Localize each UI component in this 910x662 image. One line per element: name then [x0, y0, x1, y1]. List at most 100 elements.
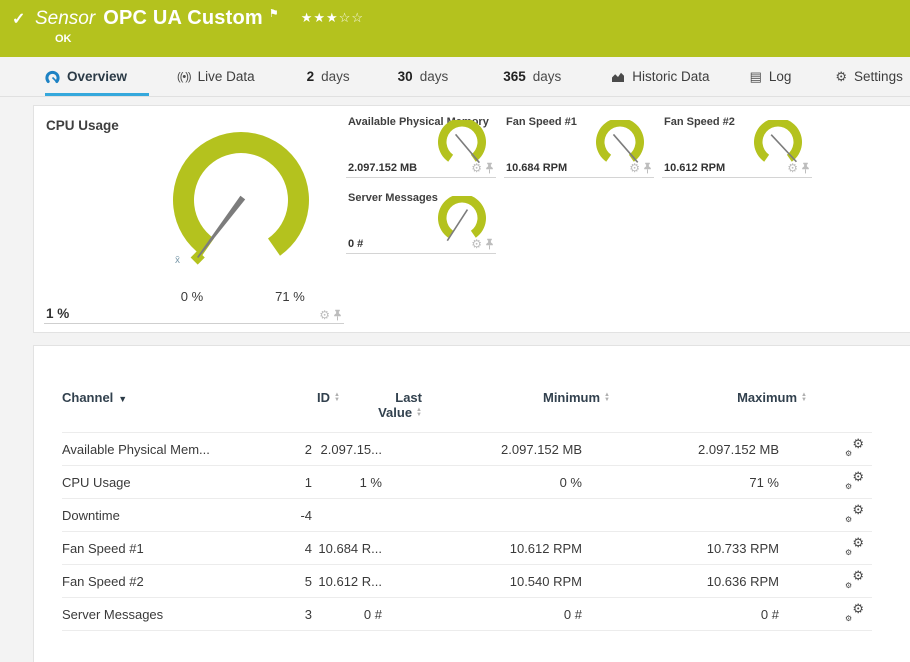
channel-minimum: 10.612 RPM: [509, 540, 582, 556]
gauge-scale-min: 0 %: [180, 289, 204, 304]
channel-name: Server Messages: [62, 606, 164, 622]
sensor-title: OPC UA Custom: [103, 7, 263, 29]
pin-icon[interactable]: [801, 162, 810, 174]
channel-settings-icon[interactable]: ⚙ ⚙: [844, 436, 864, 458]
channel-maximum: 0 #: [760, 606, 779, 622]
cpu-usage-gauge-cell: CPU Usage x̄ 0 % 71 % 1 % ⚙: [44, 114, 344, 324]
channel-id: 3: [304, 606, 312, 622]
tab-365-days-number: 365: [503, 69, 526, 84]
pin-icon[interactable]: [485, 162, 494, 174]
channel-maximum: 10.733 RPM: [706, 540, 779, 556]
tab-settings[interactable]: ⚙ Settings: [835, 57, 902, 96]
sort-icon: ▲ ▼: [801, 391, 807, 403]
channel-maximum: 10.636 RPM: [706, 573, 779, 589]
tab-30-days-number: 30: [397, 69, 413, 84]
table-row: Downtime -4 ⚙ ⚙: [62, 498, 872, 532]
gauge-needle: [446, 209, 469, 242]
table-header-row: Channel ▼ ID ▲ ▼ Last Value ▲ ▼ Minimum ▲ ▼ Max…: [62, 376, 872, 433]
column-header-channel[interactable]: Channel ▼: [62, 376, 238, 433]
object-kind-label: Sensor: [35, 8, 96, 29]
channel-last-value: 10.612 R...: [318, 573, 382, 589]
cpu-usage-gauge: x̄: [173, 131, 309, 266]
channel-minimum: 0 %: [559, 474, 582, 490]
gauge-settings-icon[interactable]: ⚙: [787, 162, 798, 174]
channel-name: Available Physical Mem...: [62, 441, 210, 457]
server-messages-gauge-cell: Server Messages 0 # ⚙: [346, 192, 496, 254]
channels-table: Channel ▼ ID ▲ ▼ Last Value ▲ ▼ Minimum ▲ ▼ Max…: [62, 376, 872, 631]
channel-last-value: [312, 499, 382, 532]
channel-last-value: 10.684 R...: [318, 540, 382, 556]
gauge-current-value: 0 #: [348, 238, 364, 250]
column-header-id[interactable]: ID ▲ ▼: [238, 376, 340, 433]
table-row: CPU Usage 1 1 % 0 % 71 % ⚙ ⚙: [62, 465, 872, 499]
table-row: Fan Speed #2 5 10.612 R... 10.540 RPM 10…: [62, 564, 872, 598]
sort-desc-icon: ▼: [118, 394, 128, 404]
tab-log-label: Log: [768, 69, 792, 84]
channel-last-value: 0 #: [363, 606, 382, 622]
table-row: Available Physical Mem... 2 2.097.15... …: [62, 432, 872, 466]
tab-historic-data-label: Historic Data: [632, 69, 710, 84]
gauge-settings-icon[interactable]: ⚙: [319, 309, 330, 321]
priority-flag-icon[interactable]: ⚑: [269, 7, 279, 20]
log-list-icon: ▤: [749, 69, 762, 84]
pin-icon[interactable]: [643, 162, 652, 174]
channel-minimum: 10.540 RPM: [509, 573, 582, 589]
memory-gauge-cell: Available Physical Memory 2.097.152 MB ⚙: [346, 116, 496, 178]
channel-id: 5: [304, 573, 312, 589]
status-check-icon: ✓: [12, 11, 26, 28]
gauge-scale-max: 71 %: [275, 289, 305, 304]
channel-name: Fan Speed #1: [62, 540, 144, 556]
sort-icon: ▲ ▼: [604, 391, 610, 403]
channel-settings-icon[interactable]: ⚙ ⚙: [844, 535, 864, 557]
tab-2-days[interactable]: 2 days: [307, 57, 350, 96]
channel-settings-icon[interactable]: ⚙ ⚙: [844, 568, 864, 590]
channel-last-value: 1 %: [359, 474, 382, 490]
gauge-title: Fan Speed #1: [506, 116, 577, 128]
sensor-header: ✓ Sensor OPC UA Custom ⚑ ★★★☆☆ OK: [0, 0, 910, 57]
gauge-current-value: 1 %: [46, 306, 70, 321]
tab-live-data[interactable]: ((•)) Live Data: [177, 57, 255, 96]
tab-2-days-unit: days: [321, 69, 350, 84]
table-row: Fan Speed #1 4 10.684 R... 10.612 RPM 10…: [62, 531, 872, 565]
tab-log[interactable]: ▤ Log: [750, 57, 792, 96]
channels-table-panel: Channel ▼ ID ▲ ▼ Last Value ▲ ▼ Minimum ▲ ▼ Max…: [33, 345, 910, 662]
gauge-title: Fan Speed #2: [664, 116, 735, 128]
gauge-current-value: 10.684 RPM: [506, 162, 568, 174]
channel-id: 4: [304, 540, 312, 556]
gauge-settings-icon[interactable]: ⚙: [471, 238, 482, 250]
status-badge: OK: [55, 33, 72, 45]
gauge-settings-icon[interactable]: ⚙: [629, 162, 640, 174]
historic-chart-icon: [612, 72, 625, 82]
tab-historic-data[interactable]: Historic Data: [611, 57, 710, 96]
settings-gear-icon: ⚙: [835, 69, 848, 84]
channel-maximum: [582, 499, 779, 532]
channel-settings-icon[interactable]: ⚙ ⚙: [844, 601, 864, 623]
column-header-maximum[interactable]: Maximum ▲ ▼: [582, 376, 807, 433]
channel-minimum: [382, 499, 582, 532]
channel-maximum: 71 %: [749, 474, 779, 490]
sort-icon: ▲ ▼: [334, 391, 340, 403]
channel-maximum: 2.097.152 MB: [698, 441, 779, 457]
pin-icon[interactable]: [485, 238, 494, 250]
channel-name: Downtime: [62, 507, 120, 523]
pin-icon[interactable]: [333, 309, 342, 321]
fan2-gauge-cell: Fan Speed #2 10.612 RPM ⚙: [662, 116, 812, 178]
channel-id: -4: [300, 507, 312, 523]
tab-overview-label: Overview: [67, 69, 128, 84]
tab-overview[interactable]: Overview: [45, 57, 150, 96]
tab-30-days-unit: days: [419, 69, 449, 84]
live-data-icon: ((•)): [177, 70, 191, 83]
overview-gauges-panel: CPU Usage x̄ 0 % 71 % 1 % ⚙ Available Ph…: [33, 105, 910, 333]
sort-icon: ▲ ▼: [416, 406, 422, 418]
channel-id: 2: [304, 441, 312, 457]
tab-30-days[interactable]: 30 days: [398, 57, 449, 96]
tab-365-days[interactable]: 365 days: [503, 57, 561, 96]
fan1-gauge-cell: Fan Speed #1 10.684 RPM ⚙: [504, 116, 654, 178]
gauge-settings-icon[interactable]: ⚙: [471, 162, 482, 174]
channel-name: Fan Speed #2: [62, 573, 144, 589]
channel-settings-icon[interactable]: ⚙ ⚙: [844, 469, 864, 491]
gauge-current-value: 10.612 RPM: [664, 162, 726, 174]
channel-settings-icon[interactable]: ⚙ ⚙: [844, 502, 864, 524]
priority-stars[interactable]: ★★★☆☆: [301, 10, 364, 26]
channel-last-value: 2.097.15...: [320, 441, 382, 457]
